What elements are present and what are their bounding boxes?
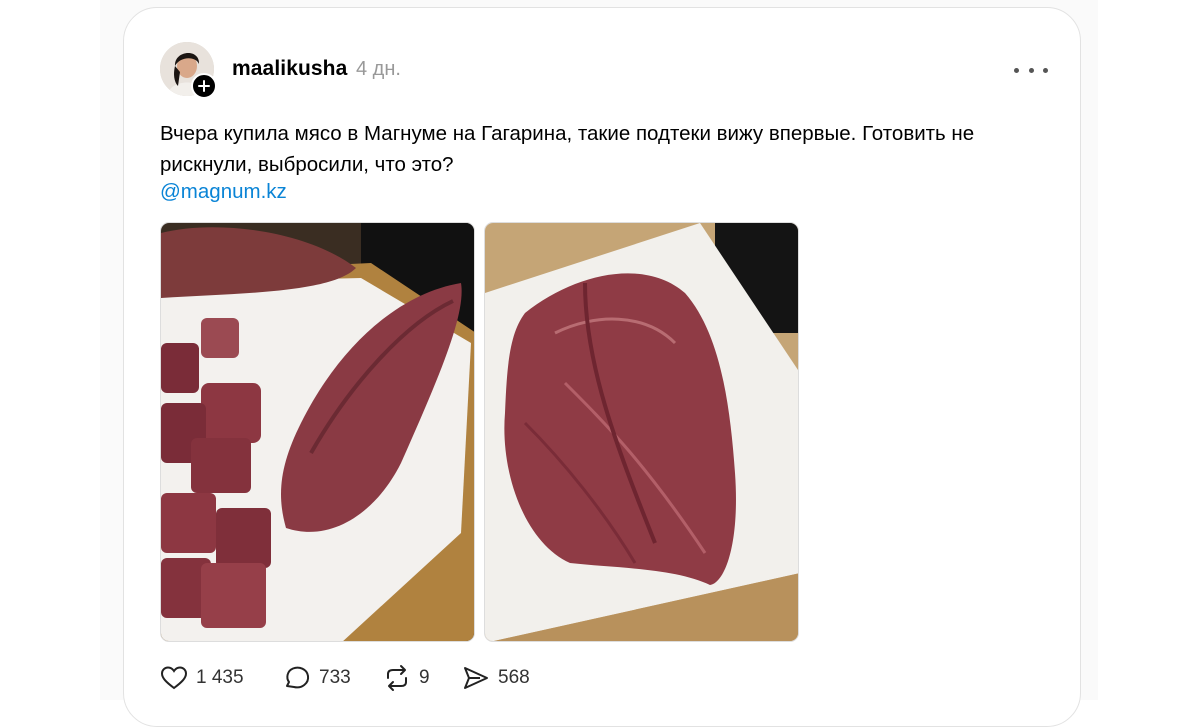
comment-count: 733 xyxy=(319,667,351,688)
post-photo-1[interactable] xyxy=(160,222,475,642)
mention-link[interactable]: @magnum.kz xyxy=(160,180,287,204)
share-count: 568 xyxy=(498,667,530,688)
comment-button[interactable]: 733 xyxy=(283,663,351,693)
username-link[interactable]: maalikusha xyxy=(232,57,347,81)
post-photo-2[interactable] xyxy=(484,222,799,642)
post-text: Вчера купила мясо в Магнуме на Гагарина,… xyxy=(160,122,975,176)
plus-icon xyxy=(198,80,210,92)
follow-button[interactable] xyxy=(191,73,217,99)
repost-button[interactable]: 9 xyxy=(383,663,430,693)
heart-icon xyxy=(160,666,188,690)
speech-bubble-icon xyxy=(286,666,310,689)
more-dots-icon xyxy=(1014,67,1019,73)
post-timestamp[interactable]: 4 дн. xyxy=(356,58,401,81)
like-count: 1 435 xyxy=(196,667,244,688)
send-icon xyxy=(464,667,488,689)
like-button[interactable]: 1 435 xyxy=(160,663,244,693)
repost-count: 9 xyxy=(419,667,430,688)
share-button[interactable]: 568 xyxy=(462,663,530,693)
more-options-button[interactable] xyxy=(1014,58,1048,82)
repost-arrows-icon xyxy=(387,665,407,691)
